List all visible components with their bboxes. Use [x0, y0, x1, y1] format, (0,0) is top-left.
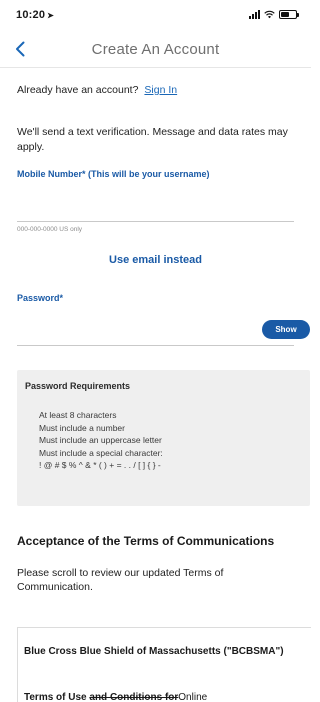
- show-password-button[interactable]: Show: [262, 320, 310, 339]
- page-title: Create An Account: [91, 41, 220, 58]
- password-requirements-panel: Password Requirements At least 8 charact…: [17, 370, 310, 506]
- battery-level: [281, 12, 289, 17]
- cellular-signal-icon: [249, 10, 260, 19]
- status-time: 10:20 ➤: [16, 9, 54, 21]
- password-requirements-title: Password Requirements: [25, 381, 131, 391]
- location-arrow-icon: ➤: [47, 11, 55, 20]
- requirement-item: ! @ # $ % ^ & * ( ) + = . . / [ ] { } -: [39, 460, 161, 470]
- mobile-number-input[interactable]: [17, 186, 294, 222]
- terms-sub-prefix: Terms of Use: [24, 692, 90, 702]
- signin-row: Already have an account? Sign In: [17, 84, 177, 96]
- sign-in-link[interactable]: Sign In: [144, 84, 177, 96]
- requirement-item: Must include a number: [39, 422, 125, 433]
- password-requirements-list: At least 8 characters Must include a num…: [39, 409, 163, 472]
- terms-subheading: Terms of Use and Conditions forOnline: [24, 692, 207, 702]
- requirement-item: At least 8 characters: [39, 410, 117, 420]
- password-input[interactable]: [17, 310, 294, 346]
- nav-bar: Create An Account: [0, 32, 311, 68]
- terms-scroll-box[interactable]: Blue Cross Blue Shield of Massachusetts …: [17, 627, 311, 702]
- use-email-instead-link[interactable]: Use email instead: [0, 254, 311, 266]
- wifi-icon: [264, 10, 275, 19]
- terms-sub-struck: and Conditions for: [89, 692, 179, 702]
- verification-notice: We'll send a text verification. Message …: [17, 126, 288, 153]
- password-label: Password*: [17, 293, 64, 303]
- signin-prompt: Already have an account?: [17, 84, 139, 96]
- terms-sub-tail: Online: [178, 692, 208, 702]
- requirement-item: Must include a special character:: [39, 447, 163, 458]
- terms-instructions: Please scroll to review our updated Term…: [17, 567, 224, 593]
- status-indicators: [249, 10, 299, 19]
- status-time-text: 10:20: [16, 9, 46, 21]
- status-bar: 10:20 ➤: [0, 0, 311, 30]
- mobile-number-hint: 000-000-0000 US only: [17, 226, 83, 233]
- terms-organization: Blue Cross Blue Shield of Massachusetts …: [24, 646, 284, 657]
- requirement-item: Must include an uppercase letter: [39, 435, 162, 445]
- terms-heading: Acceptance of the Terms of Communication…: [17, 534, 275, 548]
- mobile-number-label: Mobile Number* (This will be your userna…: [17, 169, 210, 179]
- battery-icon: [279, 10, 299, 19]
